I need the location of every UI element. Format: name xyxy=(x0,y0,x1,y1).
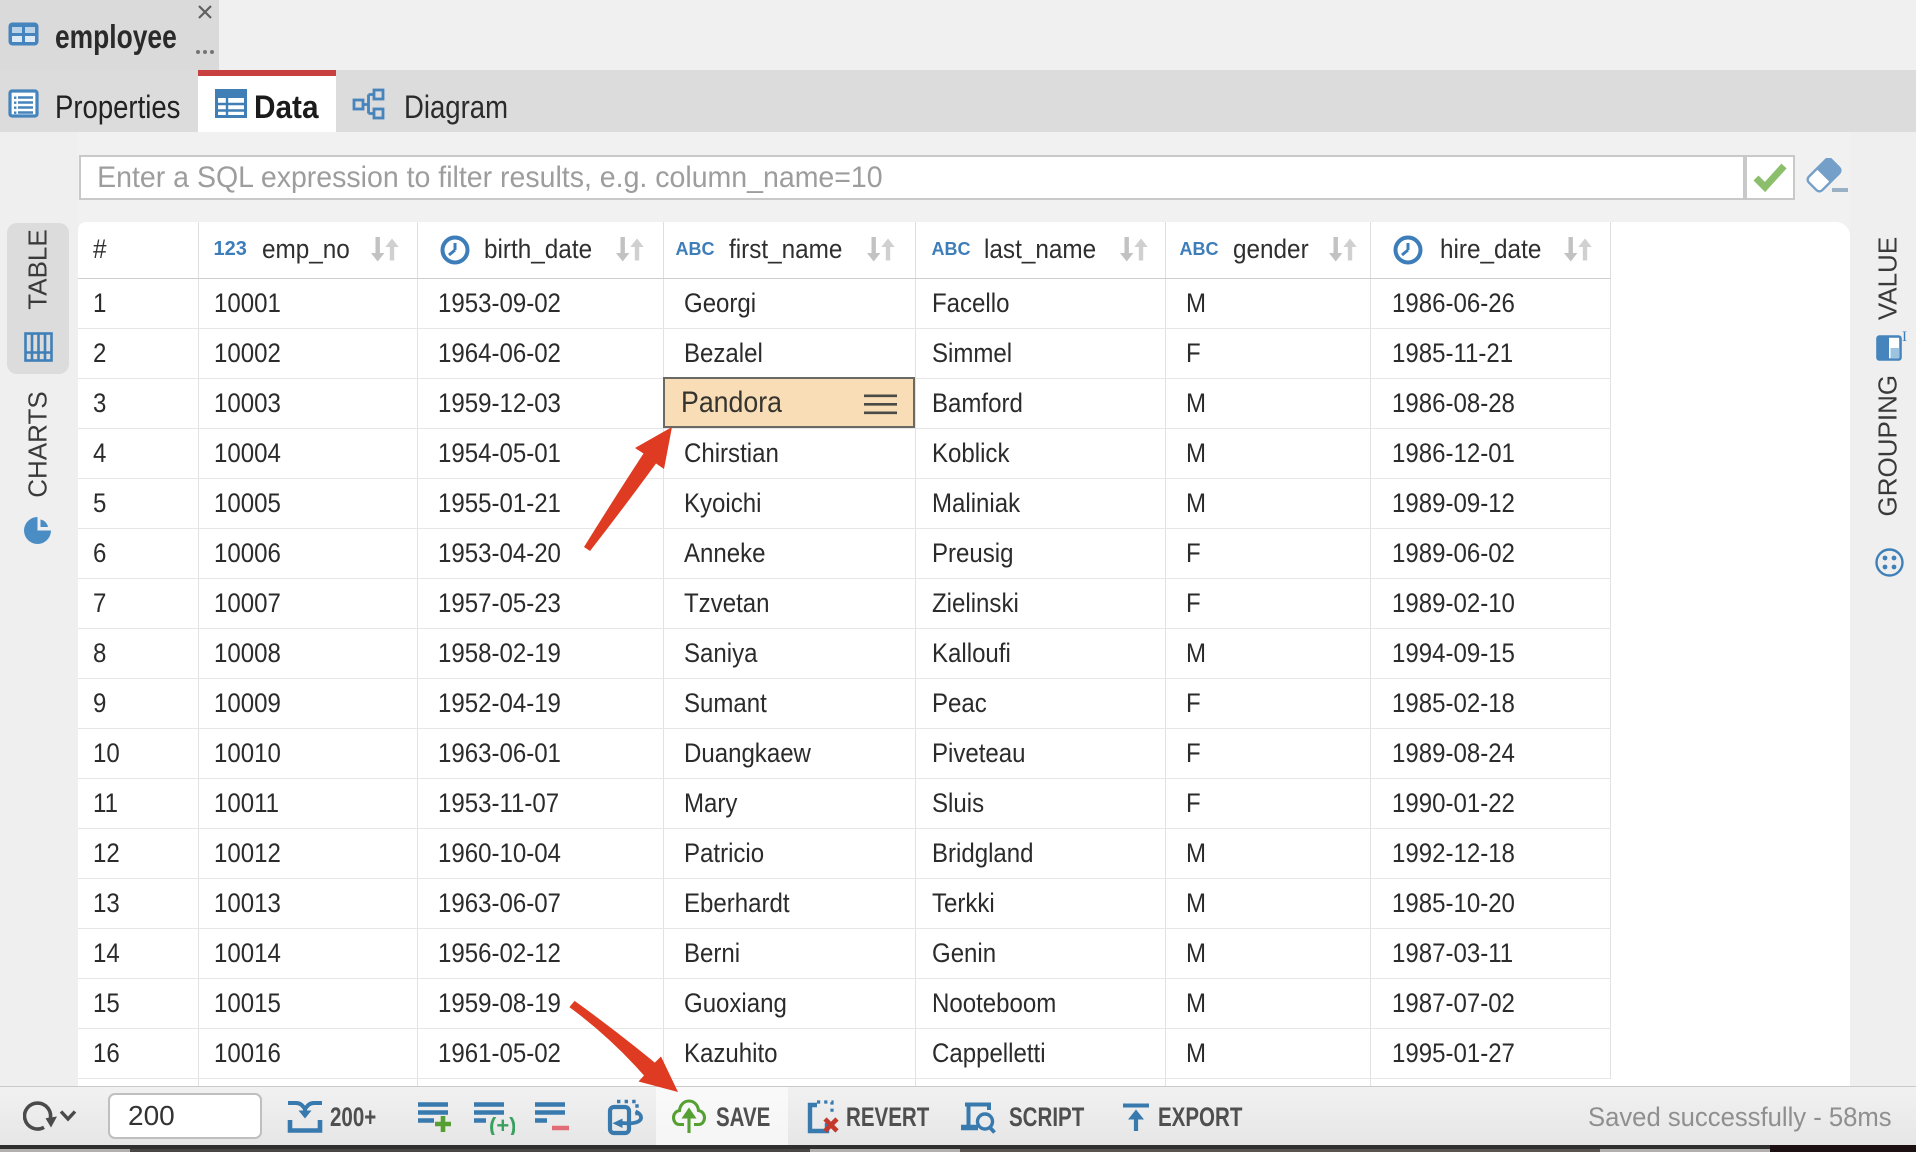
svg-text:(+): (+) xyxy=(489,1113,515,1135)
svg-text:I: I xyxy=(1902,329,1907,345)
